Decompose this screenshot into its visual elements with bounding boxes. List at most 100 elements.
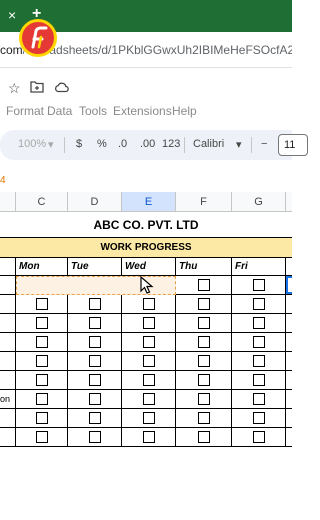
- checkbox[interactable]: [89, 355, 101, 367]
- checkbox[interactable]: [36, 393, 48, 405]
- checkbox-cell[interactable]: [176, 409, 232, 428]
- checkbox[interactable]: [36, 317, 48, 329]
- checkbox[interactable]: [36, 336, 48, 348]
- checkbox[interactable]: [89, 393, 101, 405]
- font-dropdown-icon[interactable]: ▾: [236, 138, 242, 151]
- checkbox-cell[interactable]: [16, 352, 68, 371]
- checkbox[interactable]: [89, 298, 101, 310]
- checkbox-cell[interactable]: [122, 409, 176, 428]
- checkbox-cell[interactable]: [16, 428, 68, 447]
- menu-extensions[interactable]: Extensions: [113, 104, 172, 118]
- row-lead-cell[interactable]: [0, 276, 16, 295]
- checkbox-cell[interactable]: [68, 390, 122, 409]
- checkbox-cell[interactable]: [16, 390, 68, 409]
- menu-tools[interactable]: Tools: [79, 104, 107, 118]
- checkbox-cell[interactable]: [68, 352, 122, 371]
- checkbox-cell[interactable]: [16, 371, 68, 390]
- day-cell-thu[interactable]: Thu: [176, 258, 232, 276]
- checkbox[interactable]: [143, 431, 155, 443]
- checkbox-cell[interactable]: [232, 276, 286, 295]
- checkbox[interactable]: [253, 279, 265, 291]
- checkbox[interactable]: [253, 336, 265, 348]
- checkbox-cell[interactable]: [122, 371, 176, 390]
- work-progress-label[interactable]: WORK PROGRESS: [0, 242, 292, 253]
- zoom-dropdown-icon[interactable]: ▾: [48, 138, 54, 151]
- checkbox[interactable]: [198, 412, 210, 424]
- column-header-c[interactable]: C: [16, 192, 68, 212]
- zoom-select[interactable]: 100%: [18, 138, 46, 150]
- checkbox-cell[interactable]: [122, 428, 176, 447]
- checkbox[interactable]: [143, 355, 155, 367]
- row-lead-cell[interactable]: [0, 352, 16, 371]
- checkbox-cell[interactable]: [176, 390, 232, 409]
- checkbox-cell[interactable]: [122, 314, 176, 333]
- checkbox-cell[interactable]: [176, 428, 232, 447]
- checkbox-cell[interactable]: [176, 276, 232, 295]
- row-lead-cell[interactable]: [0, 314, 16, 333]
- checkbox[interactable]: [89, 317, 101, 329]
- number-format-button[interactable]: 123: [162, 138, 180, 150]
- row-lead-cell[interactable]: [0, 409, 16, 428]
- column-header-f[interactable]: F: [176, 192, 232, 212]
- increase-decimal-button[interactable]: .00: [140, 138, 155, 150]
- menu-help[interactable]: Help: [172, 104, 197, 118]
- menu-format[interactable]: Format: [6, 104, 44, 118]
- checkbox[interactable]: [198, 355, 210, 367]
- column-header-d[interactable]: D: [68, 192, 122, 212]
- checkbox[interactable]: [36, 412, 48, 424]
- company-title[interactable]: ABC CO. PVT. LTD: [0, 218, 292, 232]
- day-cell-blank[interactable]: [0, 258, 16, 276]
- decrease-decimal-button[interactable]: .0: [118, 138, 127, 150]
- checkbox-cell[interactable]: [68, 428, 122, 447]
- column-header-e[interactable]: E: [122, 192, 176, 212]
- checkbox-cell[interactable]: [232, 314, 286, 333]
- checkbox[interactable]: [253, 317, 265, 329]
- menu-data[interactable]: Data: [47, 104, 72, 118]
- checkbox[interactable]: [198, 393, 210, 405]
- checkbox-cell[interactable]: [176, 333, 232, 352]
- checkbox[interactable]: [36, 431, 48, 443]
- day-cell-mon[interactable]: Mon: [16, 258, 68, 276]
- checkbox[interactable]: [253, 374, 265, 386]
- checkbox[interactable]: [198, 336, 210, 348]
- checkbox[interactable]: [89, 374, 101, 386]
- checkbox-cell[interactable]: [68, 333, 122, 352]
- checkbox-cell[interactable]: [68, 314, 122, 333]
- spreadsheet-grid[interactable]: C D E F G ABC CO. PVT. LTD WORK PROGRESS…: [0, 192, 292, 450]
- column-header-g[interactable]: G: [232, 192, 286, 212]
- checkbox[interactable]: [143, 336, 155, 348]
- checkbox[interactable]: [143, 298, 155, 310]
- checkbox-cell[interactable]: [176, 295, 232, 314]
- checkbox-cell[interactable]: [232, 295, 286, 314]
- tab-close-icon[interactable]: ×: [8, 7, 16, 23]
- checkbox-cell[interactable]: [16, 276, 68, 295]
- checkbox-cell[interactable]: [16, 314, 68, 333]
- checkbox[interactable]: [143, 393, 155, 405]
- checkbox-cell[interactable]: [122, 390, 176, 409]
- checkbox[interactable]: [143, 317, 155, 329]
- checkbox-cell[interactable]: [232, 390, 286, 409]
- row-lead-cell[interactable]: [0, 333, 16, 352]
- checkbox[interactable]: [253, 355, 265, 367]
- checkbox[interactable]: [253, 298, 265, 310]
- checkbox[interactable]: [36, 355, 48, 367]
- checkbox-cell[interactable]: [232, 428, 286, 447]
- percent-format-button[interactable]: %: [97, 138, 107, 150]
- checkbox-cell[interactable]: [68, 276, 122, 295]
- checkbox-cell[interactable]: [68, 371, 122, 390]
- checkbox[interactable]: [198, 374, 210, 386]
- checkbox[interactable]: [89, 279, 101, 291]
- font-family-select[interactable]: Calibri: [193, 138, 224, 150]
- checkbox-cell[interactable]: [232, 371, 286, 390]
- star-icon[interactable]: ☆: [8, 80, 21, 97]
- checkbox[interactable]: [36, 298, 48, 310]
- checkbox-cell[interactable]: [68, 409, 122, 428]
- checkbox[interactable]: [89, 336, 101, 348]
- checkbox[interactable]: [198, 298, 210, 310]
- checkbox[interactable]: [89, 412, 101, 424]
- checkbox[interactable]: [253, 393, 265, 405]
- checkbox-cell[interactable]: [232, 333, 286, 352]
- day-cell-tue[interactable]: Tue: [68, 258, 122, 276]
- decrease-font-size-button[interactable]: −: [261, 138, 267, 150]
- move-folder-icon[interactable]: [30, 80, 44, 96]
